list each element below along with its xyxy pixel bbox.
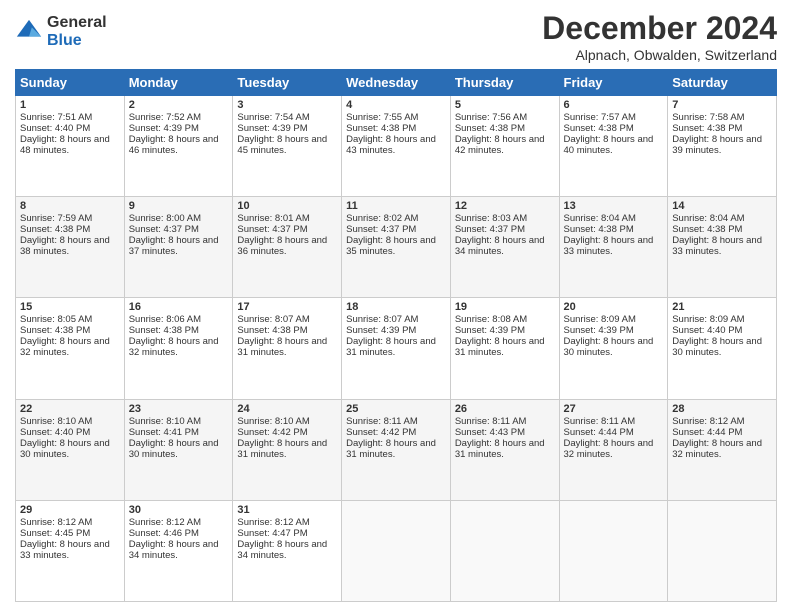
- week-row: 1 Sunrise: 7:51 AMSunset: 4:40 PMDayligh…: [16, 96, 777, 197]
- table-row: 12 Sunrise: 8:03 AMSunset: 4:37 PMDaylig…: [450, 197, 559, 298]
- table-row: 19 Sunrise: 8:08 AMSunset: 4:39 PMDaylig…: [450, 298, 559, 399]
- table-row: 9 Sunrise: 8:00 AMSunset: 4:37 PMDayligh…: [124, 197, 233, 298]
- table-row: 10 Sunrise: 8:01 AMSunset: 4:37 PMDaylig…: [233, 197, 342, 298]
- table-row: 6 Sunrise: 7:57 AMSunset: 4:38 PMDayligh…: [559, 96, 668, 197]
- col-saturday: Saturday: [668, 70, 777, 96]
- empty-cell: [668, 500, 777, 601]
- header-row: Sunday Monday Tuesday Wednesday Thursday…: [16, 70, 777, 96]
- empty-cell: [559, 500, 668, 601]
- table-row: 2 Sunrise: 7:52 AMSunset: 4:39 PMDayligh…: [124, 96, 233, 197]
- table-row: 13 Sunrise: 8:04 AMSunset: 4:38 PMDaylig…: [559, 197, 668, 298]
- col-sunday: Sunday: [16, 70, 125, 96]
- table-row: 18 Sunrise: 8:07 AMSunset: 4:39 PMDaylig…: [342, 298, 451, 399]
- table-row: 15 Sunrise: 8:05 AMSunset: 4:38 PMDaylig…: [16, 298, 125, 399]
- week-row: 15 Sunrise: 8:05 AMSunset: 4:38 PMDaylig…: [16, 298, 777, 399]
- table-row: 24 Sunrise: 8:10 AMSunset: 4:42 PMDaylig…: [233, 399, 342, 500]
- logo-icon: [15, 18, 43, 46]
- calendar-table: Sunday Monday Tuesday Wednesday Thursday…: [15, 69, 777, 602]
- logo-text: General Blue: [47, 14, 107, 49]
- table-row: 11 Sunrise: 8:02 AMSunset: 4:37 PMDaylig…: [342, 197, 451, 298]
- week-row: 29 Sunrise: 8:12 AMSunset: 4:45 PMDaylig…: [16, 500, 777, 601]
- col-wednesday: Wednesday: [342, 70, 451, 96]
- table-row: 27 Sunrise: 8:11 AMSunset: 4:44 PMDaylig…: [559, 399, 668, 500]
- table-row: 31 Sunrise: 8:12 AMSunset: 4:47 PMDaylig…: [233, 500, 342, 601]
- page: General Blue December 2024 Alpnach, Obwa…: [0, 0, 792, 612]
- logo: General Blue: [15, 14, 107, 49]
- table-row: 26 Sunrise: 8:11 AMSunset: 4:43 PMDaylig…: [450, 399, 559, 500]
- title-section: December 2024 Alpnach, Obwalden, Switzer…: [542, 10, 777, 63]
- empty-cell: [450, 500, 559, 601]
- table-row: 3 Sunrise: 7:54 AMSunset: 4:39 PMDayligh…: [233, 96, 342, 197]
- table-row: 25 Sunrise: 8:11 AMSunset: 4:42 PMDaylig…: [342, 399, 451, 500]
- table-row: 17 Sunrise: 8:07 AMSunset: 4:38 PMDaylig…: [233, 298, 342, 399]
- table-row: 8 Sunrise: 7:59 AMSunset: 4:38 PMDayligh…: [16, 197, 125, 298]
- table-row: 14 Sunrise: 8:04 AMSunset: 4:38 PMDaylig…: [668, 197, 777, 298]
- col-thursday: Thursday: [450, 70, 559, 96]
- table-row: 22 Sunrise: 8:10 AMSunset: 4:40 PMDaylig…: [16, 399, 125, 500]
- main-title: December 2024: [542, 10, 777, 47]
- table-row: 16 Sunrise: 8:06 AMSunset: 4:38 PMDaylig…: [124, 298, 233, 399]
- table-row: 4 Sunrise: 7:55 AMSunset: 4:38 PMDayligh…: [342, 96, 451, 197]
- table-row: 1 Sunrise: 7:51 AMSunset: 4:40 PMDayligh…: [16, 96, 125, 197]
- table-row: 7 Sunrise: 7:58 AMSunset: 4:38 PMDayligh…: [668, 96, 777, 197]
- empty-cell: [342, 500, 451, 601]
- week-row: 8 Sunrise: 7:59 AMSunset: 4:38 PMDayligh…: [16, 197, 777, 298]
- table-row: 28 Sunrise: 8:12 AMSunset: 4:44 PMDaylig…: [668, 399, 777, 500]
- header: General Blue December 2024 Alpnach, Obwa…: [15, 10, 777, 63]
- table-row: 30 Sunrise: 8:12 AMSunset: 4:46 PMDaylig…: [124, 500, 233, 601]
- table-row: 21 Sunrise: 8:09 AMSunset: 4:40 PMDaylig…: [668, 298, 777, 399]
- col-monday: Monday: [124, 70, 233, 96]
- col-friday: Friday: [559, 70, 668, 96]
- logo-blue: Blue: [47, 32, 107, 50]
- week-row: 22 Sunrise: 8:10 AMSunset: 4:40 PMDaylig…: [16, 399, 777, 500]
- table-row: 23 Sunrise: 8:10 AMSunset: 4:41 PMDaylig…: [124, 399, 233, 500]
- subtitle: Alpnach, Obwalden, Switzerland: [542, 47, 777, 63]
- table-row: 29 Sunrise: 8:12 AMSunset: 4:45 PMDaylig…: [16, 500, 125, 601]
- table-row: 20 Sunrise: 8:09 AMSunset: 4:39 PMDaylig…: [559, 298, 668, 399]
- table-row: 5 Sunrise: 7:56 AMSunset: 4:38 PMDayligh…: [450, 96, 559, 197]
- col-tuesday: Tuesday: [233, 70, 342, 96]
- logo-general: General: [47, 14, 107, 32]
